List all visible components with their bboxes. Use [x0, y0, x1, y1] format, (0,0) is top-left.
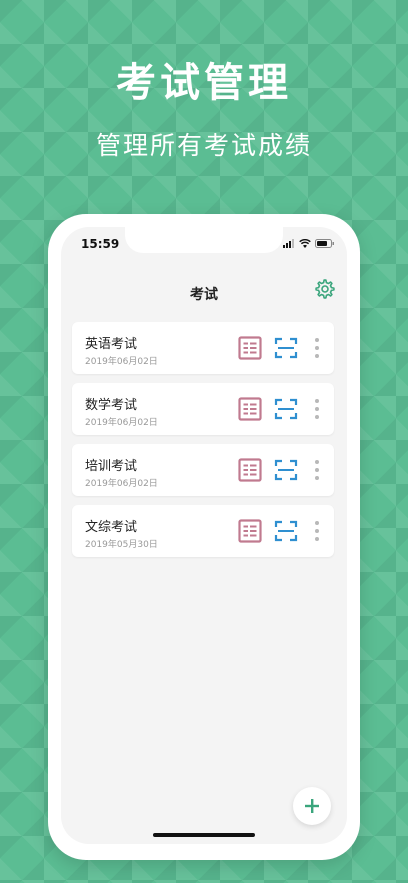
more-button[interactable] — [310, 396, 324, 422]
exam-date: 2019年06月02日 — [85, 479, 158, 489]
scan-icon — [274, 337, 298, 359]
report-button[interactable] — [238, 397, 262, 421]
scan-icon — [274, 520, 298, 542]
exam-card[interactable]: 文综考试 2019年05月30日 — [72, 505, 334, 557]
exam-name: 文综考试 — [85, 520, 138, 535]
report-button[interactable] — [238, 519, 262, 543]
exam-date: 2019年06月02日 — [85, 418, 158, 428]
exam-date: 2019年06月02日 — [85, 357, 158, 367]
promo-subtitle: 管理所有考试成绩 — [95, 131, 312, 160]
more-button[interactable] — [310, 457, 324, 483]
scan-button[interactable] — [274, 397, 298, 421]
more-vertical-icon — [315, 399, 319, 403]
phone-frame: 15:59 考试 英语考试 2019年06月02日 数学考试 2019年06月0… — [48, 214, 360, 860]
promo-title: 考试管理 — [116, 60, 292, 106]
scan-button[interactable] — [274, 519, 298, 543]
plus-icon — [305, 799, 319, 813]
wifi-icon — [299, 239, 311, 248]
settings-button[interactable] — [314, 278, 336, 300]
scan-button[interactable] — [274, 336, 298, 360]
report-table-icon — [238, 458, 262, 482]
status-icons — [283, 239, 335, 248]
home-indicator — [153, 833, 255, 837]
scan-icon — [274, 398, 298, 420]
more-vertical-icon — [315, 521, 319, 525]
exam-card[interactable]: 数学考试 2019年06月02日 — [72, 383, 334, 435]
more-button[interactable] — [310, 518, 324, 544]
battery-icon — [315, 239, 334, 248]
add-exam-button[interactable] — [293, 787, 331, 825]
report-table-icon — [238, 519, 262, 543]
more-button[interactable] — [310, 335, 324, 361]
exam-date: 2019年05月30日 — [85, 540, 158, 550]
status-time: 15:59 — [81, 237, 120, 251]
gear-icon — [315, 279, 335, 299]
report-button[interactable] — [238, 336, 262, 360]
page-title: 考试 — [190, 287, 218, 303]
exam-card[interactable]: 培训考试 2019年06月02日 — [72, 444, 334, 496]
scan-button[interactable] — [274, 458, 298, 482]
report-button[interactable] — [238, 458, 262, 482]
report-table-icon — [238, 397, 262, 421]
notch — [125, 227, 283, 253]
exam-name: 数学考试 — [85, 398, 138, 413]
scan-icon — [274, 459, 298, 481]
signal-icon — [283, 239, 294, 248]
more-vertical-icon — [315, 460, 319, 464]
exam-card[interactable]: 英语考试 2019年06月02日 — [72, 322, 334, 374]
report-table-icon — [238, 336, 262, 360]
more-vertical-icon — [315, 338, 319, 342]
exam-name: 英语考试 — [85, 337, 138, 352]
exam-list: 英语考试 2019年06月02日 数学考试 2019年06月02日 培训考试 2… — [72, 322, 334, 566]
exam-name: 培训考试 — [85, 459, 138, 474]
app-screen: 15:59 考试 英语考试 2019年06月02日 数学考试 2019年06月0… — [61, 227, 347, 844]
